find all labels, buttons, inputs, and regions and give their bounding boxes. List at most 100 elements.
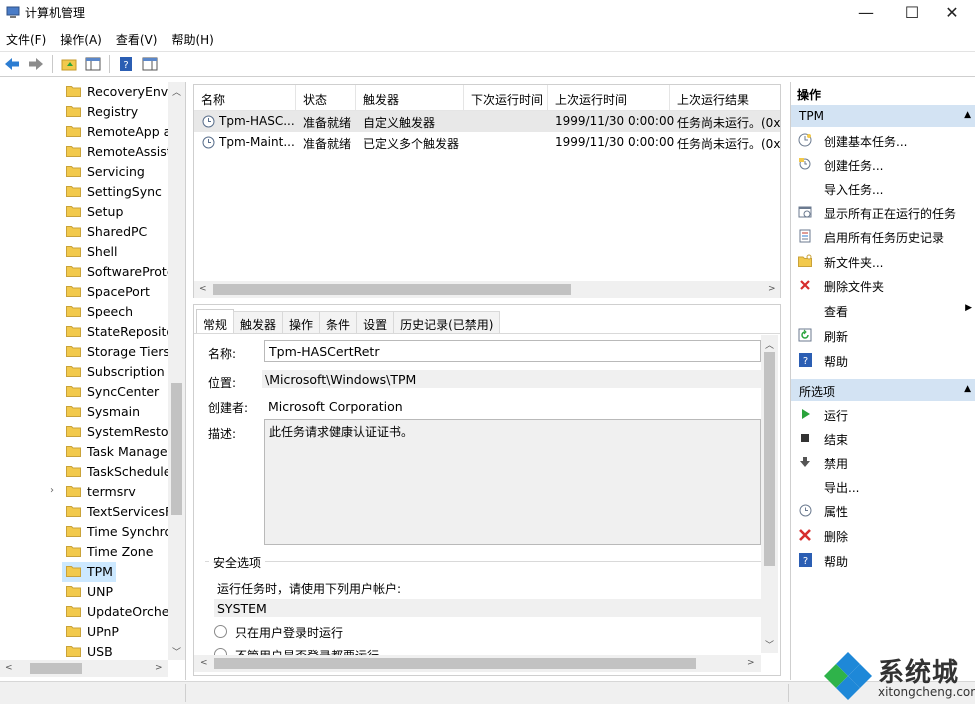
tree-item[interactable]: RemoteApp a	[0, 122, 168, 142]
tab-settings[interactable]: 设置	[356, 311, 395, 333]
tree-item[interactable]: RecoveryEnvir	[0, 82, 168, 102]
run-only-logged-on-radio[interactable]	[214, 625, 227, 638]
name-field[interactable]: Tpm-HASCertRetr	[264, 340, 761, 362]
tree-item[interactable]: TPM	[62, 562, 116, 582]
menu-help[interactable]: 帮助(H)	[165, 28, 221, 50]
scroll-thumb[interactable]	[214, 658, 696, 669]
column-header-next-run[interactable]: 下次运行时间	[464, 85, 548, 111]
tab-general[interactable]: 常规	[196, 309, 235, 333]
help-icon[interactable]: ?	[116, 54, 136, 74]
tab-conditions[interactable]: 条件	[319, 311, 358, 333]
action-item[interactable]: 删除	[791, 524, 975, 546]
scroll-up-icon[interactable]: ︿	[765, 338, 774, 351]
tree-item[interactable]: TextServicesFr	[0, 502, 168, 522]
actions-section-selected[interactable]: 所选项 ▲	[791, 379, 975, 401]
tree-item[interactable]: SettingSync	[0, 182, 168, 202]
tree-item[interactable]: StateReposito	[0, 322, 168, 342]
tree-item[interactable]: Time Synchroı	[0, 522, 168, 542]
up-folder-icon[interactable]	[59, 54, 79, 74]
action-item[interactable]: 查看 ▶	[791, 299, 975, 321]
tree-item[interactable]: Registry	[0, 102, 168, 122]
tab-history[interactable]: 历史记录(已禁用)	[393, 311, 501, 333]
task-row[interactable]: Tpm-Maint... 准备就绪 已定义多个触发器 1999/11/30 0:…	[194, 132, 780, 153]
tree-item[interactable]: SpacePort	[0, 282, 168, 302]
scroll-left-icon[interactable]: <	[199, 284, 207, 294]
scroll-left-icon[interactable]: <	[200, 658, 208, 668]
action-item[interactable]: 启用所有任务历史记录	[791, 225, 975, 247]
collapse-up-icon[interactable]: ▲	[964, 110, 971, 120]
tree-item[interactable]: Time Zone	[0, 542, 168, 562]
column-header-last-run[interactable]: 上次运行时间	[548, 85, 670, 111]
menu-action[interactable]: 操作(A)	[54, 28, 110, 50]
scroll-thumb[interactable]	[171, 383, 182, 515]
show-hide-action-pane-icon[interactable]	[140, 54, 160, 74]
details-horizontal-scrollbar[interactable]: < >	[194, 655, 761, 672]
expand-chevron-icon[interactable]: ›	[50, 485, 54, 496]
tree-item[interactable]: TaskSchedule	[0, 462, 168, 482]
tab-actions[interactable]: 操作	[282, 311, 321, 333]
tree-item[interactable]: Speech	[0, 302, 168, 322]
action-item[interactable]: 刷新	[791, 324, 975, 346]
action-item[interactable]: 结束	[791, 427, 975, 449]
tree-item[interactable]: RemoteAssista	[0, 142, 168, 162]
action-item[interactable]: ? 帮助	[791, 349, 975, 371]
details-vertical-scrollbar[interactable]: ︿ ﹀	[761, 335, 778, 653]
action-item[interactable]: 创建任务...	[791, 153, 975, 175]
scroll-right-icon[interactable]: >	[155, 663, 163, 673]
tree-item[interactable]: Storage Tiers	[0, 342, 168, 362]
tree-item[interactable]: UpdateOrches	[0, 602, 168, 622]
tree-horizontal-scrollbar[interactable]: < >	[0, 660, 168, 677]
minimize-button[interactable]: —	[843, 0, 889, 24]
tab-triggers[interactable]: 触发器	[233, 311, 284, 333]
show-hide-tree-icon[interactable]	[83, 54, 103, 74]
tree-item[interactable]: SystemRestor	[0, 422, 168, 442]
action-item[interactable]: 属性	[791, 499, 975, 521]
close-button[interactable]: ✕	[929, 0, 975, 24]
actions-section-tpm[interactable]: TPM ▲	[791, 105, 975, 127]
tree-item[interactable]: Subscription	[0, 362, 168, 382]
run-whether-logged-radio[interactable]	[214, 648, 227, 655]
column-header-name[interactable]: 名称	[194, 85, 296, 111]
column-header-trigger[interactable]: 触发器	[356, 85, 464, 111]
action-item[interactable]: 禁用	[791, 451, 975, 473]
action-item[interactable]: 新文件夹...	[791, 250, 975, 272]
tree-vertical-scrollbar[interactable]: ︿ ﹀	[168, 82, 185, 660]
column-header-last-result[interactable]: 上次运行结果	[670, 85, 780, 111]
menu-file[interactable]: 文件(F)	[0, 28, 54, 50]
action-item[interactable]: ? 帮助	[791, 549, 975, 571]
tree-item[interactable]: Servicing	[0, 162, 168, 182]
action-item[interactable]: 导入任务...	[791, 177, 975, 199]
scroll-left-icon[interactable]: <	[5, 663, 13, 673]
tree-item[interactable]: Shell	[0, 242, 168, 262]
tree-item[interactable]: UNP	[0, 582, 168, 602]
tree-item[interactable]: Task Manage	[0, 442, 168, 462]
task-list-horizontal-scrollbar[interactable]: < >	[194, 281, 780, 298]
scroll-thumb[interactable]	[30, 663, 82, 674]
tree-item[interactable]: UPnP	[0, 622, 168, 642]
menu-view[interactable]: 查看(V)	[110, 28, 166, 50]
scroll-down-icon[interactable]: ﹀	[172, 645, 181, 658]
action-item[interactable]: 创建基本任务...	[791, 129, 975, 151]
tree-item[interactable]: SoftwareProte	[0, 262, 168, 282]
scroll-right-icon[interactable]: >	[768, 284, 776, 294]
tree-item[interactable]: SharedPC	[0, 222, 168, 242]
tree-item[interactable]: Sysmain	[0, 402, 168, 422]
tree-item[interactable]: Setup	[0, 202, 168, 222]
action-item[interactable]: 导出...	[791, 475, 975, 497]
action-item[interactable]: 运行	[791, 403, 975, 425]
action-item[interactable]: 删除文件夹	[791, 274, 975, 296]
task-row[interactable]: Tpm-HASC... 准备就绪 自定义触发器 1999/11/30 0:00:…	[194, 111, 780, 132]
scroll-right-icon[interactable]: >	[747, 658, 755, 668]
action-item[interactable]: 显示所有正在运行的任务	[791, 201, 975, 223]
tree-item[interactable]: › termsrv	[0, 482, 168, 502]
scroll-down-icon[interactable]: ﹀	[765, 638, 774, 651]
tree-item[interactable]: SyncCenter	[0, 382, 168, 402]
column-header-status[interactable]: 状态	[296, 85, 356, 111]
collapse-up-icon[interactable]: ▲	[964, 384, 971, 394]
tree-item[interactable]: USB	[0, 642, 168, 662]
forward-arrow-icon[interactable]	[26, 54, 46, 74]
back-arrow-icon[interactable]	[2, 54, 22, 74]
scroll-thumb[interactable]	[764, 352, 775, 566]
description-field[interactable]: 此任务请求健康认证证书。	[264, 419, 761, 545]
scroll-thumb[interactable]	[213, 284, 571, 295]
